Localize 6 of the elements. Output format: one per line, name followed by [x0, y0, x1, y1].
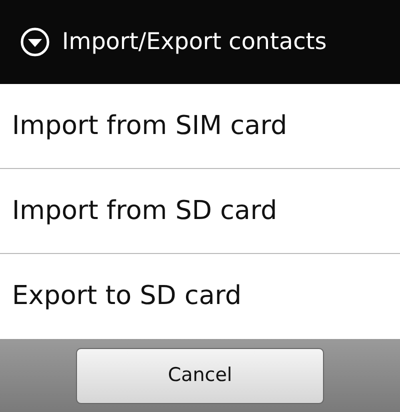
dropdown-icon — [20, 27, 50, 57]
menu-option[interactable]: Import from SIM card — [0, 84, 400, 169]
menu-option[interactable]: Export to SD card — [0, 254, 400, 339]
dialog-title: Import/Export contacts — [62, 28, 327, 57]
cancel-button[interactable]: Cancel — [76, 348, 324, 404]
menu-option[interactable]: Import from SD card — [0, 169, 400, 254]
